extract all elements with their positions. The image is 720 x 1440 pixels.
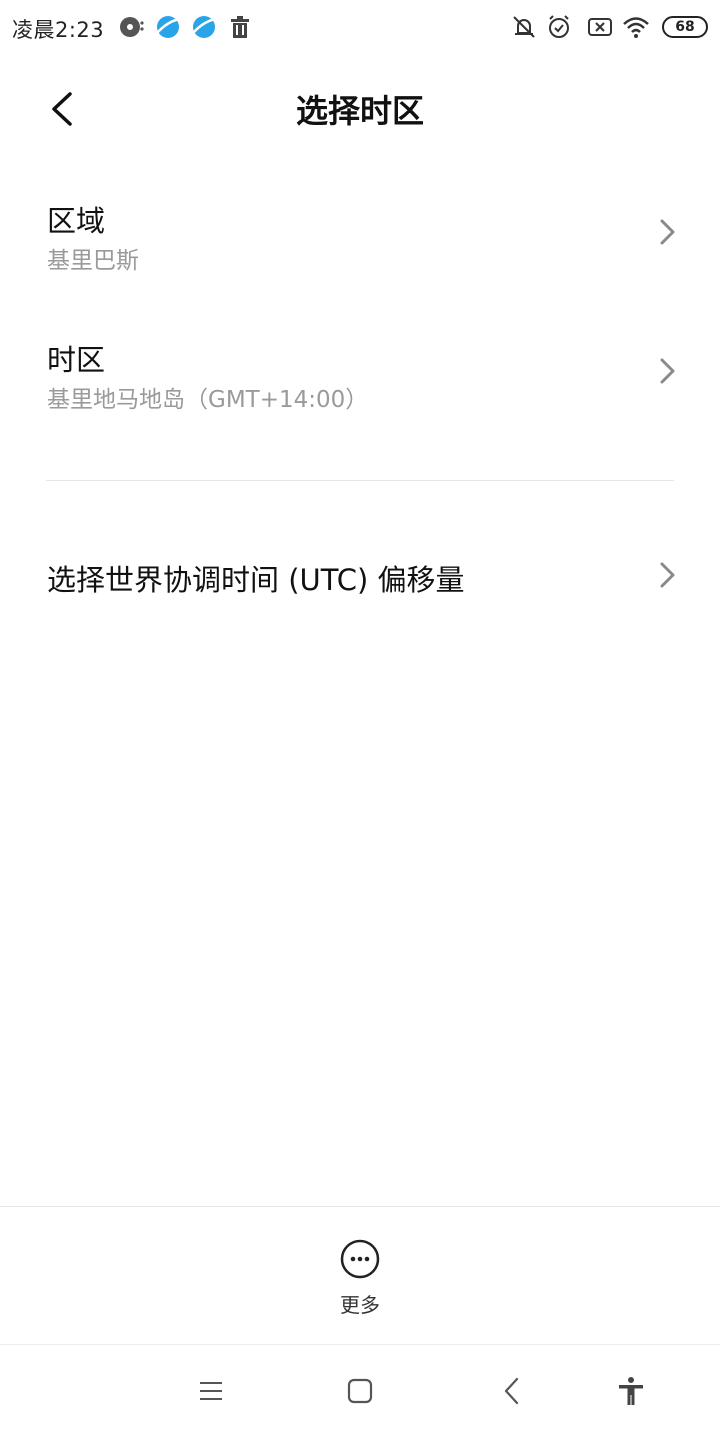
divider [46, 480, 674, 481]
region-label: 区域 [47, 204, 106, 238]
browser-icon [156, 16, 181, 38]
page-title: 选择时区 [295, 92, 424, 130]
alarm-icon [549, 15, 569, 38]
accessibility-icon[interactable] [615, 1375, 647, 1407]
chevron-right-icon [660, 358, 675, 384]
timezone-label: 时区 [47, 343, 106, 377]
back-icon[interactable] [496, 1375, 528, 1407]
chevron-right-icon [660, 219, 675, 245]
timezone-setting[interactable]: 时区 基里地马地岛（GMT+14:00） [0, 325, 720, 425]
more-label: 更多 [340, 1293, 380, 1317]
bottom-toolbar: 更多 [0, 1206, 720, 1344]
status-bar: 凌晨2:23 68 [0, 0, 720, 56]
wifi-icon [623, 17, 649, 38]
more-dots-icon [340, 1239, 380, 1279]
menu-icon[interactable] [195, 1375, 227, 1407]
status-time: 凌晨2:23 [12, 18, 105, 42]
home-icon[interactable] [344, 1375, 376, 1407]
battery-icon: 68 [662, 16, 708, 38]
region-setting[interactable]: 区域 基里巴斯 [0, 186, 720, 286]
timezone-value: 基里地马地岛（GMT+14:00） [47, 387, 369, 413]
region-value: 基里巴斯 [47, 248, 139, 274]
navigation-bar [0, 1344, 720, 1440]
utc-offset-setting[interactable]: 选择世界协调时间 (UTC) 偏移量 [0, 535, 720, 615]
sim-none-icon [588, 18, 612, 36]
browser-icon [192, 16, 217, 38]
media-disc-icon [120, 17, 144, 37]
trash-icon [231, 16, 249, 38]
utc-offset-label: 选择世界协调时间 (UTC) 偏移量 [47, 563, 465, 597]
more-button[interactable]: 更多 [310, 1235, 410, 1325]
mute-icon [513, 16, 535, 38]
chevron-right-icon [660, 562, 675, 588]
